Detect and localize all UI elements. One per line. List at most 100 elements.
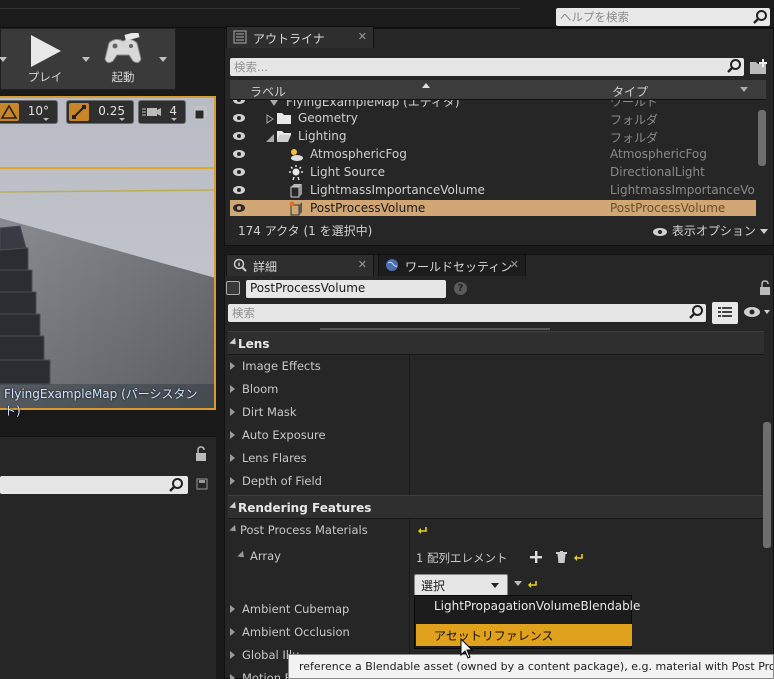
element-options-caret[interactable] (514, 581, 522, 586)
menu-item-lpv-blendable[interactable]: LightPropagationVolumeBlendable (416, 596, 640, 618)
prop-auto-exposure[interactable]: Auto Exposure (228, 424, 764, 447)
help-icon[interactable]: ? (454, 282, 467, 295)
prop-dirt-mask[interactable]: Dirt Mask (228, 401, 764, 424)
column-type-header[interactable]: タイプ (612, 83, 648, 100)
camera-speed-value: 4 (169, 104, 177, 118)
blendable-type-select[interactable]: 選択 (414, 574, 508, 596)
scale-snap-value: 0.25 (98, 104, 125, 118)
tree-row-lighting[interactable]: Lighting フォルダ (230, 128, 756, 146)
tree-row-geometry[interactable]: Geometry フォルダ (230, 110, 756, 128)
expand-arrow-icon (230, 362, 235, 370)
toolbar-overflow-arrow[interactable] (0, 57, 7, 62)
save-search-icon[interactable] (196, 478, 208, 490)
reset-to-default-icon[interactable] (418, 525, 428, 535)
outliner-status: 174 アクタ (1 を選択中) (238, 224, 373, 238)
tree-row-world[interactable]: FlyingExampleMap (エディタ) ワールド (230, 100, 756, 110)
expand-arrow-icon (230, 454, 235, 462)
search-icon (688, 304, 704, 320)
visibility-eye-icon[interactable] (232, 113, 246, 123)
scale-snap-control[interactable]: 0.25 (66, 100, 134, 124)
details-search-input[interactable]: 検索 (228, 304, 706, 322)
prop-depth-of-field[interactable]: Depth of Field (228, 470, 764, 493)
property-matrix-button[interactable] (712, 302, 738, 324)
prop-image-effects[interactable]: Image Effects (228, 355, 764, 378)
prop-label: Image Effects (242, 359, 321, 373)
close-icon[interactable]: ✕ (510, 258, 519, 271)
visibility-eye-icon[interactable] (232, 185, 246, 195)
category-lens[interactable]: Lens (228, 331, 764, 355)
expand-arrow-icon (230, 651, 235, 659)
scale-snap-caret (119, 118, 125, 121)
category-rendering-title: Rendering Features (238, 501, 372, 515)
tree-row-type: フォルダ (610, 131, 659, 145)
actor-name-field[interactable]: PostProcessVolume (246, 280, 446, 298)
expanded-arrow-icon[interactable] (266, 131, 274, 145)
actor-type-icon (226, 281, 240, 295)
tree-row-name: AtmosphericFog (310, 147, 407, 161)
lock-icon[interactable] (758, 280, 772, 296)
column-options-icon[interactable] (740, 87, 748, 92)
create-folder-icon[interactable] (748, 58, 770, 76)
viewport-scene (0, 98, 214, 408)
prop-label: Post Process Materials (240, 523, 368, 537)
tree-row-light-source[interactable]: Light Source DirectionalLight (230, 164, 756, 182)
column-label-header[interactable]: ラベル (250, 83, 286, 100)
close-icon[interactable]: ✕ (358, 30, 367, 43)
visibility-eye-icon[interactable] (232, 100, 246, 105)
prop-label: Depth of Field (242, 474, 322, 488)
directional-light-icon (288, 165, 304, 181)
play-label: プレイ (27, 70, 63, 84)
tab-details[interactable]: 詳細 ✕ (226, 254, 374, 276)
outliner-search-input[interactable]: 検索... (230, 58, 744, 76)
expand-arrow-icon[interactable] (270, 100, 278, 109)
outliner-scrollbar[interactable] (758, 110, 766, 166)
prop-label: Auto Exposure (242, 428, 326, 442)
tree-row-lightmass-volume[interactable]: LightmassImportanceVolume LightmassImpor… (230, 182, 756, 200)
collapsed-arrow-icon[interactable] (266, 113, 274, 127)
tree-row-type: DirectionalLight (610, 165, 705, 179)
add-element-icon[interactable] (530, 551, 542, 563)
menu-item-asset-reference[interactable]: アセットリファレンス (416, 624, 632, 646)
visibility-eye-icon[interactable] (232, 149, 246, 159)
play-options-arrow[interactable] (82, 57, 90, 62)
level-viewport[interactable] (0, 96, 216, 410)
tree-row-type: AtmosphericFog (610, 147, 707, 161)
tab-world-settings[interactable]: ワールドセッティン ✕ (378, 254, 526, 276)
camera-speed-control[interactable]: 4 (138, 100, 186, 124)
tree-row-atmospheric-fog[interactable]: AtmosphericFog AtmosphericFog (230, 146, 756, 164)
view-options-eye-icon[interactable] (742, 304, 772, 320)
tree-row-type: フォルダ (610, 113, 659, 127)
prop-lens-flares[interactable]: Lens Flares (228, 447, 764, 470)
content-search-input[interactable] (0, 476, 188, 494)
launch-options-arrow[interactable] (159, 57, 167, 62)
close-icon[interactable]: ✕ (358, 258, 367, 271)
outliner-search-placeholder: 検索... (234, 60, 268, 74)
atmospheric-fog-icon (288, 147, 304, 163)
trash-icon[interactable] (556, 551, 567, 563)
tab-outliner[interactable]: アウトライナ ✕ (226, 26, 374, 48)
help-search-input[interactable]: ヘルプを検索 (556, 8, 770, 26)
tree-row-name: FlyingExampleMap (エディタ) (286, 100, 460, 109)
viewport-snap-controls: 10° 0.25 4 (0, 100, 214, 126)
visibility-eye-icon[interactable] (232, 203, 246, 213)
tree-row-type: PostProcessVolume (610, 201, 726, 215)
reset-to-default-icon[interactable] (574, 552, 584, 562)
outliner-tab-label: アウトライナ (253, 32, 325, 46)
reset-to-default-icon[interactable] (528, 579, 538, 589)
outliner-tree: FlyingExampleMap (エディタ) ワールド Geometry フォ… (230, 100, 756, 216)
rotation-snap-caret (43, 118, 49, 121)
category-rendering-features[interactable]: Rendering Features (228, 495, 764, 519)
visibility-eye-icon[interactable] (232, 167, 246, 177)
rotation-snap-control[interactable]: 10° (0, 100, 58, 124)
view-options-button[interactable]: 表示オプション (652, 222, 768, 239)
visibility-eye-icon[interactable] (232, 131, 246, 141)
details-scrollbar[interactable] (763, 422, 771, 548)
prop-post-process-materials[interactable]: Post Process Materials (228, 519, 764, 542)
launch-button[interactable]: 起動 (93, 31, 153, 89)
lock-icon[interactable] (194, 446, 208, 462)
folder-icon (276, 111, 292, 125)
maximize-viewport-icon[interactable] (194, 106, 208, 120)
tree-row-post-process-volume[interactable]: PostProcessVolume PostProcessVolume (230, 200, 756, 216)
play-button[interactable]: プレイ (15, 31, 75, 89)
prop-bloom[interactable]: Bloom (228, 378, 764, 401)
